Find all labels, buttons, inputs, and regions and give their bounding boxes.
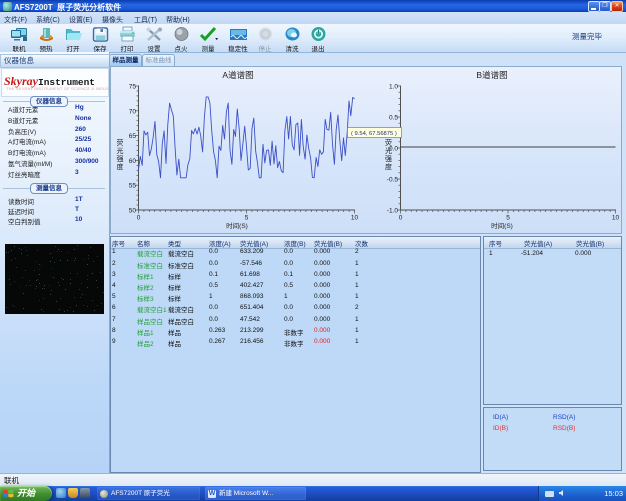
svg-text:0: 0: [137, 215, 141, 222]
svg-text:荧光强度: 荧光强度: [385, 138, 392, 171]
svg-text:-0.5: -0.5: [387, 177, 399, 184]
svg-text:50: 50: [129, 208, 137, 215]
svg-text:10: 10: [612, 215, 620, 222]
svg-text:60: 60: [129, 158, 137, 165]
svg-text:0: 0: [399, 215, 403, 222]
svg-text:65: 65: [129, 133, 137, 140]
svg-text:70: 70: [129, 108, 137, 115]
svg-text:A道谱图: A道谱图: [222, 70, 253, 80]
svg-text:时间(S): 时间(S): [491, 221, 513, 230]
svg-text:0.5: 0.5: [389, 115, 398, 122]
svg-text:5: 5: [245, 215, 249, 222]
svg-text:1.0: 1.0: [389, 84, 398, 91]
svg-text:时间(S): 时间(S): [226, 221, 248, 230]
svg-text:B道谱图: B道谱图: [476, 70, 507, 80]
svg-text:10: 10: [351, 215, 359, 222]
svg-text:( 9.54, 67.56875 ): ( 9.54, 67.56875 ): [351, 131, 397, 137]
svg-text:荧光强度: 荧光强度: [117, 138, 124, 171]
svg-text:5: 5: [506, 215, 510, 222]
svg-text:-1.0: -1.0: [387, 208, 399, 215]
svg-text:75: 75: [129, 84, 137, 91]
svg-text:55: 55: [129, 183, 137, 190]
